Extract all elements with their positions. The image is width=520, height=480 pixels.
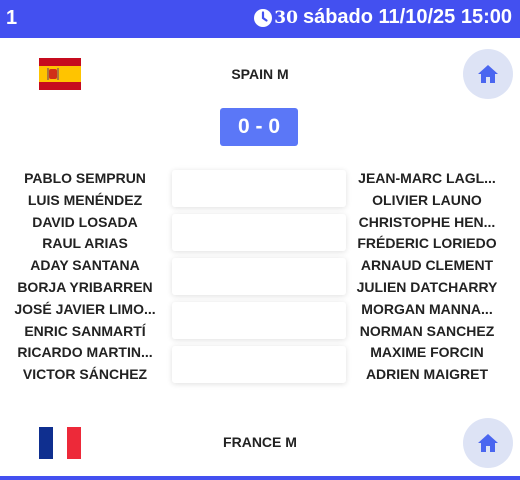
home-player[interactable]: RICARDO MARTIN... xyxy=(10,342,160,364)
home-icon xyxy=(478,65,498,83)
elapsed-minutes: 30 xyxy=(274,7,298,28)
matchup-box[interactable] xyxy=(172,258,346,295)
match-header-bar: 1 30 sábado 11/10/25 15:00 xyxy=(0,0,520,38)
away-player[interactable]: ADRIEN MAIGRET xyxy=(352,364,502,386)
matchup-box[interactable] xyxy=(172,346,346,383)
away-lineup: JEAN-MARC LAGL... OLIVIER LAUNO CHRISTOP… xyxy=(352,168,502,386)
match-datetime: 30 sábado 11/10/25 15:00 xyxy=(253,6,512,29)
home-player[interactable]: JOSÉ JAVIER LIMO... xyxy=(10,299,160,321)
home-player[interactable]: ADAY SANTANA xyxy=(10,255,160,277)
away-player[interactable]: JEAN-MARC LAGL... xyxy=(352,168,502,190)
home-player[interactable]: PABLO SEMPRUN xyxy=(10,168,160,190)
match-number: 1 xyxy=(6,7,18,29)
matchup-box[interactable] xyxy=(172,302,346,339)
matchup-box[interactable] xyxy=(172,214,346,251)
france-flag xyxy=(39,427,81,459)
away-team-name: FRANCE M xyxy=(223,434,297,450)
away-player[interactable]: MAXIME FORCIN xyxy=(352,342,502,364)
home-lineup: PABLO SEMPRUN LUIS MENÉNDEZ DAVID LOSADA… xyxy=(10,168,160,386)
away-player[interactable]: JULIEN DATCHARRY xyxy=(352,277,502,299)
spain-flag xyxy=(39,58,81,90)
home-team-home-button[interactable] xyxy=(463,49,513,99)
home-player[interactable]: DAVID LOSADA xyxy=(10,212,160,234)
away-player[interactable]: OLIVIER LAUNO xyxy=(352,190,502,212)
bottom-bar xyxy=(0,476,520,480)
match-score: 0 - 0 xyxy=(220,108,298,146)
home-player[interactable]: VICTOR SÁNCHEZ xyxy=(10,364,160,386)
away-player[interactable]: NORMAN SANCHEZ xyxy=(352,321,502,343)
away-player[interactable]: CHRISTOPHE HEN... xyxy=(352,212,502,234)
home-player[interactable]: RAUL ARIAS xyxy=(10,233,160,255)
home-icon xyxy=(478,434,498,452)
home-team-name: SPAIN M xyxy=(231,66,289,82)
clock-icon xyxy=(254,8,273,27)
home-player[interactable]: ENRIC SANMARTÍ xyxy=(10,321,160,343)
matchup-box[interactable] xyxy=(172,170,346,207)
home-player[interactable]: LUIS MENÉNDEZ xyxy=(10,190,160,212)
datetime-text: sábado 11/10/25 15:00 xyxy=(302,6,512,28)
home-player[interactable]: BORJA YRIBARREN xyxy=(10,277,160,299)
away-team-home-button[interactable] xyxy=(463,418,513,468)
away-player[interactable]: FRÉDERIC LORIEDO xyxy=(352,233,502,255)
away-player[interactable]: MORGAN MANNA... xyxy=(352,299,502,321)
away-player[interactable]: ARNAUD CLEMENT xyxy=(352,255,502,277)
